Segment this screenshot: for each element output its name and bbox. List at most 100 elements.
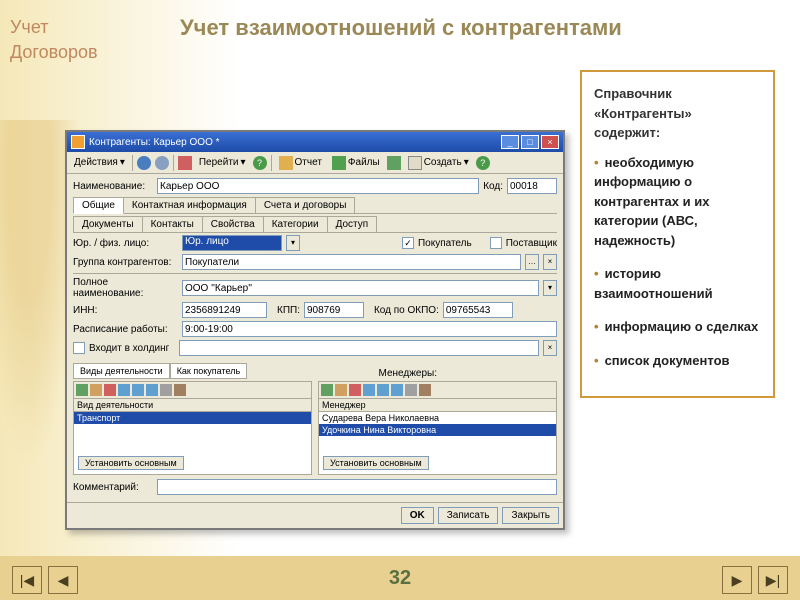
back-icon[interactable] bbox=[137, 156, 151, 170]
schedule-input[interactable] bbox=[182, 321, 557, 337]
subtab-activities[interactable]: Виды деятельности bbox=[73, 363, 170, 379]
group-clear-icon[interactable]: × bbox=[543, 254, 557, 270]
supplier-label: Поставщик bbox=[506, 238, 557, 249]
holding-input[interactable] bbox=[179, 340, 539, 356]
files-button[interactable]: Файлы bbox=[329, 155, 383, 171]
comment-input[interactable] bbox=[157, 479, 557, 495]
name-label: Наименование: bbox=[73, 181, 153, 192]
first-slide-button[interactable]: |◀ bbox=[12, 566, 42, 594]
up-icon[interactable] bbox=[377, 384, 389, 396]
tool-icon[interactable] bbox=[363, 384, 375, 396]
activity-row[interactable]: Транспорт bbox=[74, 412, 311, 424]
edit-icon[interactable] bbox=[335, 384, 347, 396]
set-main-manager-button[interactable]: Установить основным bbox=[323, 456, 429, 470]
close-button[interactable]: × bbox=[541, 135, 559, 149]
next-slide-button[interactable]: ▶ bbox=[722, 566, 752, 594]
tool2-icon[interactable] bbox=[387, 156, 401, 170]
okpo-input[interactable] bbox=[443, 302, 513, 318]
fullname-label: Полное наименование: bbox=[73, 277, 178, 299]
more-icon[interactable] bbox=[419, 384, 431, 396]
slide-footer: 32 bbox=[0, 556, 800, 600]
report-button[interactable]: Отчет bbox=[276, 155, 325, 171]
add-icon[interactable] bbox=[76, 384, 88, 396]
okpo-label: Код по ОКПО: bbox=[374, 305, 439, 316]
more-icon[interactable] bbox=[174, 384, 186, 396]
kpp-label: КПП: bbox=[277, 305, 300, 316]
tab-row-lower: Документы Контакты Свойства Категории До… bbox=[73, 216, 557, 233]
close-button[interactable]: Закрыть bbox=[502, 507, 559, 524]
actions-menu[interactable]: Действия ▾ bbox=[71, 156, 128, 169]
sort-icon[interactable] bbox=[405, 384, 417, 396]
toolbar: Действия ▾ Перейти ▾ ? Отчет Файлы Созда… bbox=[67, 152, 563, 174]
holding-checkbox[interactable] bbox=[73, 342, 85, 354]
entity-dropdown-icon[interactable]: ▾ bbox=[286, 235, 300, 251]
help2-icon[interactable]: ? bbox=[476, 156, 490, 170]
down-icon[interactable] bbox=[391, 384, 403, 396]
code-input[interactable] bbox=[507, 178, 557, 194]
schedule-label: Расписание работы: bbox=[73, 324, 178, 335]
fullname-dropdown-icon[interactable]: ▾ bbox=[543, 280, 557, 296]
kpp-input[interactable] bbox=[304, 302, 364, 318]
group-label: Группа контрагентов: bbox=[73, 257, 178, 268]
activities-header: Вид деятельности bbox=[74, 399, 311, 412]
tab-properties[interactable]: Свойства bbox=[202, 216, 264, 232]
fullname-input[interactable] bbox=[182, 280, 539, 296]
info-panel: Справочник «Контрагенты» содержит: необх… bbox=[580, 70, 775, 398]
sort-icon[interactable] bbox=[160, 384, 172, 396]
entity-label: Юр. / физ. лицо: bbox=[73, 238, 178, 249]
info-item: информацию о сделках bbox=[594, 317, 761, 337]
tab-row-upper: Общие Контактная информация Счета и дого… bbox=[73, 197, 557, 214]
group-input[interactable] bbox=[182, 254, 521, 270]
edit-icon[interactable] bbox=[90, 384, 102, 396]
info-item: список документов bbox=[594, 351, 761, 371]
tool-icon[interactable] bbox=[118, 384, 130, 396]
manager-row[interactable]: Сударева Вера Николаевна bbox=[319, 412, 556, 424]
inn-input[interactable] bbox=[182, 302, 267, 318]
inn-label: ИНН: bbox=[73, 305, 178, 316]
create-menu[interactable]: Создать ▾ bbox=[405, 155, 472, 171]
window-title: Контрагенты: Карьер ООО * bbox=[89, 137, 220, 148]
maximize-button[interactable]: □ bbox=[521, 135, 539, 149]
app-window: Контрагенты: Карьер ООО * _ □ × Действия… bbox=[65, 130, 565, 530]
holding-lookup-icon[interactable]: × bbox=[543, 340, 557, 356]
app-icon bbox=[71, 135, 85, 149]
help-icon[interactable]: ? bbox=[253, 156, 267, 170]
tab-contact-info[interactable]: Контактная информация bbox=[123, 197, 256, 213]
report-icon bbox=[279, 156, 293, 170]
buyer-checkbox[interactable]: ✓ bbox=[402, 237, 414, 249]
tab-categories[interactable]: Категории bbox=[263, 216, 328, 232]
supplier-checkbox[interactable] bbox=[490, 237, 502, 249]
tab-general[interactable]: Общие bbox=[73, 197, 124, 214]
group-lookup-icon[interactable]: … bbox=[525, 254, 539, 270]
up-icon[interactable] bbox=[132, 384, 144, 396]
page-number: 32 bbox=[389, 567, 411, 590]
del-icon[interactable] bbox=[104, 384, 116, 396]
del-icon[interactable] bbox=[349, 384, 361, 396]
holding-label: Входит в холдинг bbox=[89, 343, 169, 354]
comment-label: Комментарий: bbox=[73, 482, 153, 493]
titlebar[interactable]: Контрагенты: Карьер ООО * _ □ × bbox=[67, 132, 563, 152]
ok-button[interactable]: OK bbox=[401, 507, 434, 524]
tab-access[interactable]: Доступ bbox=[327, 216, 378, 232]
tab-contacts[interactable]: Контакты bbox=[142, 216, 203, 232]
tool-icon[interactable] bbox=[178, 156, 192, 170]
minimize-button[interactable]: _ bbox=[501, 135, 519, 149]
prev-slide-button[interactable]: ◀ bbox=[48, 566, 78, 594]
entity-select[interactable]: Юр. лицо bbox=[182, 235, 282, 251]
goto-menu[interactable]: Перейти ▾ bbox=[196, 156, 249, 169]
manager-row[interactable]: Удочкина Нина Викторовна bbox=[319, 424, 556, 436]
name-input[interactable] bbox=[157, 178, 479, 194]
info-header: Справочник «Контрагенты» содержит: bbox=[594, 84, 761, 143]
down-icon[interactable] bbox=[146, 384, 158, 396]
buyer-label: Покупатель bbox=[418, 238, 472, 249]
set-main-activity-button[interactable]: Установить основным bbox=[78, 456, 184, 470]
tab-documents[interactable]: Документы bbox=[73, 216, 143, 232]
subtab-as-buyer[interactable]: Как покупатель bbox=[170, 363, 247, 379]
add-icon[interactable] bbox=[321, 384, 333, 396]
save-button[interactable]: Записать bbox=[438, 507, 499, 524]
forward-icon[interactable] bbox=[155, 156, 169, 170]
last-slide-button[interactable]: ▶| bbox=[758, 566, 788, 594]
files-icon bbox=[332, 156, 346, 170]
tab-accounts[interactable]: Счета и договоры bbox=[255, 197, 356, 213]
activities-panel: Вид деятельности Транспорт Установить ос… bbox=[73, 381, 312, 475]
